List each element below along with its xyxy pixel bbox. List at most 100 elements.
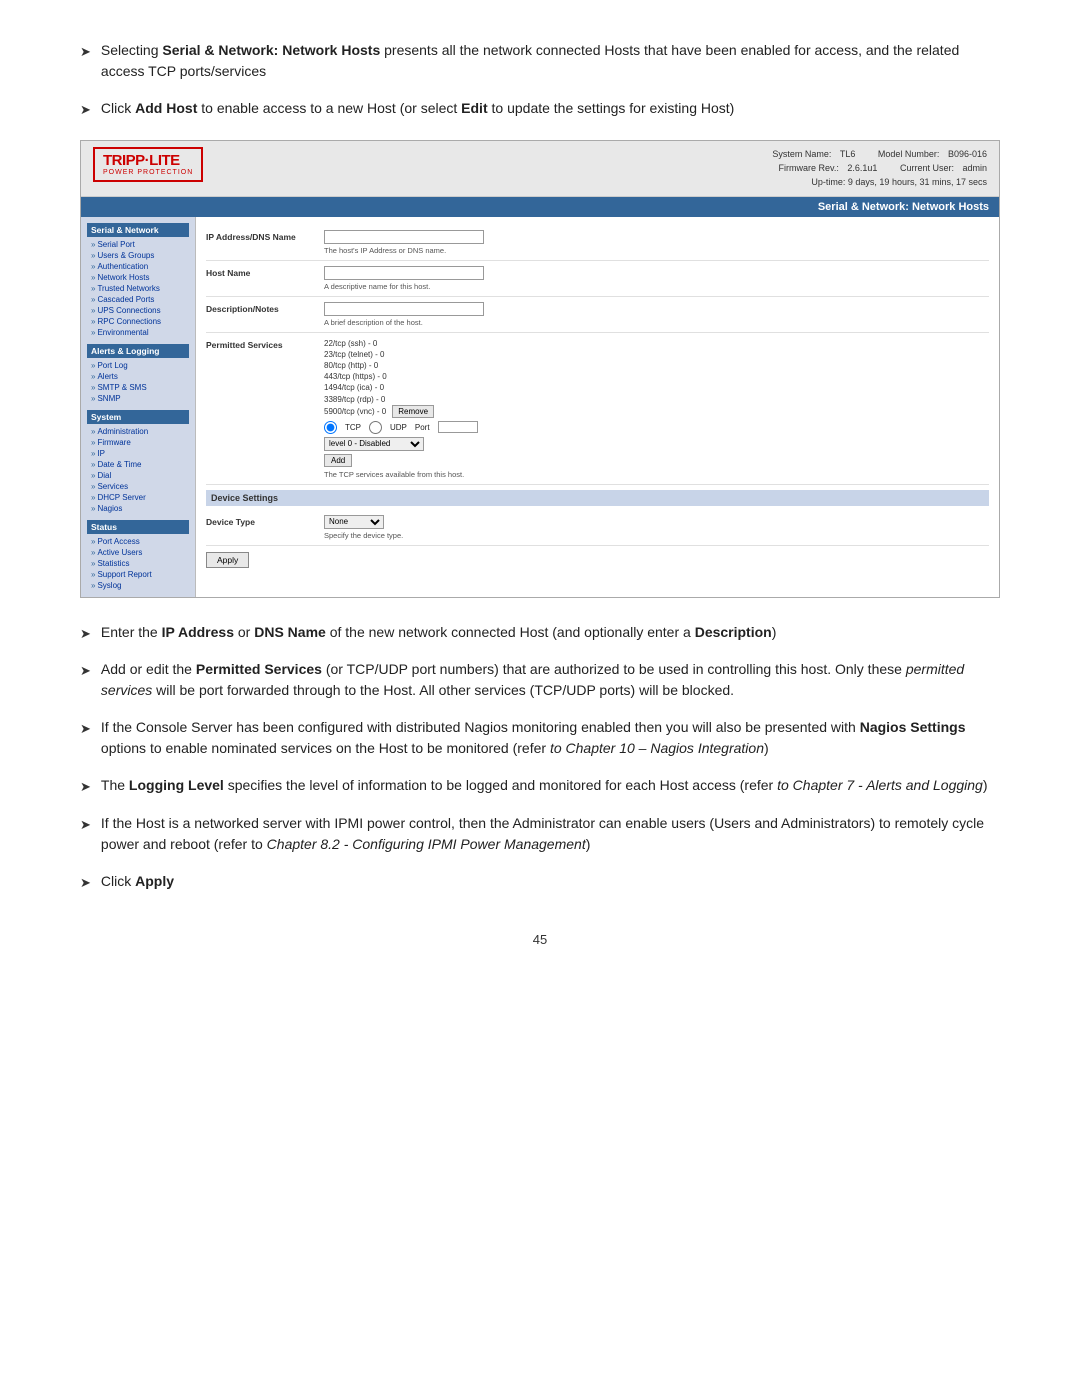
model-number-label: Model Number: (878, 149, 940, 159)
bold-apply: Apply (135, 873, 174, 889)
sidebar-item-port-log[interactable]: Port Log (87, 360, 189, 371)
bold-description: Description (695, 624, 772, 640)
sidebar-item-users-groups[interactable]: Users & Groups (87, 250, 189, 261)
sidebar-item-support-report[interactable]: Support Report (87, 569, 189, 580)
radio-row: TCP UDP Port (324, 421, 989, 434)
bullet-text-8: Click Apply (101, 871, 1000, 892)
sidebar-item-trusted-networks[interactable]: Trusted Networks (87, 283, 189, 294)
bullet-text-3: Enter the IP Address or DNS Name of the … (101, 622, 1000, 643)
bold-permitted-services: Permitted Services (196, 661, 322, 677)
sidebar-item-dhcp-server[interactable]: DHCP Server (87, 492, 189, 503)
page-number: 45 (80, 932, 1000, 947)
bullet-item-6: ➤ The Logging Level specifies the level … (80, 775, 1000, 797)
sidebar-item-statistics[interactable]: Statistics (87, 558, 189, 569)
bold-edit: Edit (461, 100, 487, 116)
sidebar-item-date-time[interactable]: Date & Time (87, 459, 189, 470)
sidebar-item-syslog[interactable]: Syslog (87, 580, 189, 591)
sidebar-item-ip[interactable]: IP (87, 448, 189, 459)
bullet-item-8: ➤ Click Apply (80, 871, 1000, 893)
services-list: 22/tcp (ssh) - 0 23/tcp (telnet) - 0 80/… (324, 338, 989, 418)
header-left: TRIPP·LITE POWER PROTECTION (93, 147, 223, 183)
bullet-item-2: ➤ Click Add Host to enable access to a n… (80, 98, 1000, 120)
sidebar-item-active-users[interactable]: Active Users (87, 547, 189, 558)
firmware-value: 2.6.1u1 (847, 163, 877, 173)
level-select[interactable]: level 0 - Disabled (324, 437, 424, 451)
tcp-label: TCP (345, 423, 361, 432)
firmware-row: Firmware Rev.: 2.6.1u1 Current User: adm… (772, 161, 987, 175)
ip-address-hint: The host's IP Address or DNS name. (324, 246, 989, 255)
sidebar-item-snmp[interactable]: SNMP (87, 393, 189, 404)
permitted-services-label: Permitted Services (206, 338, 316, 350)
form-row-hostname: Host Name A descriptive name for this ho… (206, 261, 989, 297)
device-type-label: Device Type (206, 515, 316, 527)
udp-radio[interactable] (369, 421, 382, 434)
ip-address-input[interactable] (324, 230, 484, 244)
bullet-text-6: The Logging Level specifies the level of… (101, 775, 1000, 796)
bullet-text-1: Selecting Serial & Network: Network Host… (101, 40, 1000, 82)
logo-box: TRIPP·LITE POWER PROTECTION (93, 147, 203, 183)
system-name-label: System Name: (772, 149, 831, 159)
sidebar-section-serial-network: Serial & Network (87, 223, 189, 237)
bullet-text-5: If the Console Server has been configure… (101, 717, 1000, 759)
bullet-arrow-2: ➤ (80, 100, 91, 120)
service-item-ssh: 22/tcp (ssh) - 0 (324, 338, 989, 349)
apply-button[interactable]: Apply (206, 552, 249, 568)
uptime-row: Up-time: 9 days, 19 hours, 31 mins, 17 s… (772, 175, 987, 189)
bullet-arrow-7: ➤ (80, 815, 91, 835)
firmware-label: Firmware Rev.: (779, 163, 839, 173)
sidebar-section-status: Status (87, 520, 189, 534)
sidebar-item-smtp-sms[interactable]: SMTP & SMS (87, 382, 189, 393)
sidebar-item-authentication[interactable]: Authentication (87, 261, 189, 272)
sidebar-item-network-hosts[interactable]: Network Hosts (87, 272, 189, 283)
add-button[interactable]: Add (324, 454, 352, 467)
current-user-label: Current User: (900, 163, 954, 173)
udp-label: UDP (390, 423, 407, 432)
italic-chapter10: to Chapter 10 – Nagios Integration (550, 740, 764, 756)
port-input[interactable] (438, 421, 478, 433)
sidebar-item-environmental[interactable]: Environmental (87, 327, 189, 338)
remove-button[interactable]: Remove (392, 405, 434, 418)
host-name-input[interactable] (324, 266, 484, 280)
service-item-rdp: 3389/tcp (rdp) - 0 (324, 394, 989, 405)
device-type-hint: Specify the device type. (324, 531, 989, 540)
form-row-description: Description/Notes A brief description of… (206, 297, 989, 333)
sidebar-item-services[interactable]: Services (87, 481, 189, 492)
sidebar-item-firmware[interactable]: Firmware (87, 437, 189, 448)
bold-ip-address: IP Address (162, 624, 234, 640)
service-item-http: 80/tcp (http) - 0 (324, 360, 989, 371)
device-type-field-area: None Specify the device type. (324, 515, 989, 540)
description-input[interactable] (324, 302, 484, 316)
service-item-vnc-row: 5900/tcp (vnc) - 0 Remove (324, 405, 989, 418)
sidebar-item-rpc-connections[interactable]: RPC Connections (87, 316, 189, 327)
form-row-ip: IP Address/DNS Name The host's IP Addres… (206, 225, 989, 261)
sidebar-item-cascaded-ports[interactable]: Cascaded Ports (87, 294, 189, 305)
system-name-value: TL6 (840, 149, 856, 159)
sidebar-item-serial-port[interactable]: Serial Port (87, 239, 189, 250)
sidebar-item-administration[interactable]: Administration (87, 426, 189, 437)
bold-nagios-settings: Nagios Settings (860, 719, 966, 735)
host-name-label: Host Name (206, 266, 316, 278)
sidebar-item-nagios[interactable]: Nagios (87, 503, 189, 514)
sidebar-item-port-access[interactable]: Port Access (87, 536, 189, 547)
bullet-arrow-4: ➤ (80, 661, 91, 681)
sidebar-item-ups-connections[interactable]: UPS Connections (87, 305, 189, 316)
ip-address-field-area: The host's IP Address or DNS name. (324, 230, 989, 255)
system-name-row: System Name: TL6 Model Number: B096-016 (772, 147, 987, 161)
sidebar-item-alerts[interactable]: Alerts (87, 371, 189, 382)
bullet-arrow-1: ➤ (80, 42, 91, 62)
bold-dns-name: DNS Name (254, 624, 326, 640)
bullet-item-4: ➤ Add or edit the Permitted Services (or… (80, 659, 1000, 701)
port-label: Port (415, 423, 430, 432)
level-row: level 0 - Disabled (324, 437, 989, 451)
form-row-device-type: Device Type None Specify the device type… (206, 510, 989, 546)
sidebar-item-dial[interactable]: Dial (87, 470, 189, 481)
description-field-area: A brief description of the host. (324, 302, 989, 327)
tcp-radio[interactable] (324, 421, 337, 434)
ui-main: IP Address/DNS Name The host's IP Addres… (196, 217, 999, 597)
host-name-hint: A descriptive name for this host. (324, 282, 989, 291)
bullet-text-4: Add or edit the Permitted Services (or T… (101, 659, 1000, 701)
bullet-item-5: ➤ If the Console Server has been configu… (80, 717, 1000, 759)
device-type-select[interactable]: None (324, 515, 384, 529)
tripp-lite-sub: POWER PROTECTION (103, 169, 193, 176)
italic-chapter7: to Chapter 7 - Alerts and Logging (777, 777, 983, 793)
